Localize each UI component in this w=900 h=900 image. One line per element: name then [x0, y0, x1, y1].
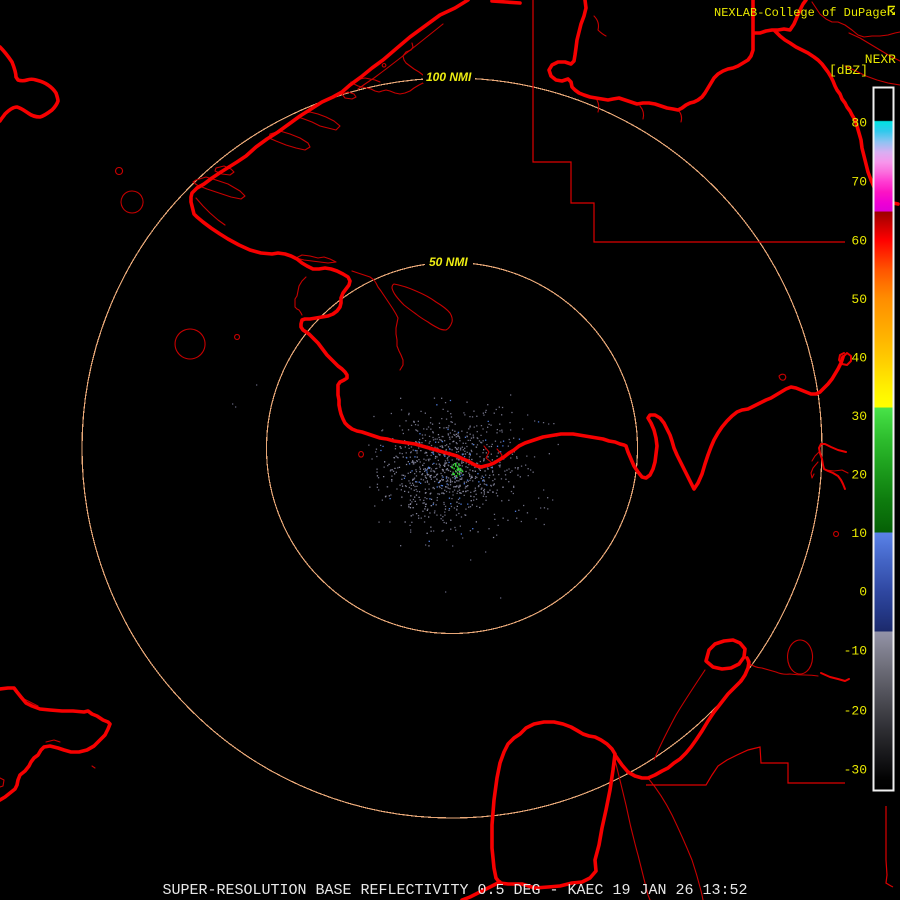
svg-text:20: 20 [851, 468, 867, 483]
svg-text:30: 30 [851, 409, 867, 424]
svg-text:50: 50 [851, 292, 867, 307]
svg-text:NEXR: NEXR [865, 52, 896, 67]
svg-text:100 NMI: 100 NMI [426, 70, 472, 84]
svg-text:80: 80 [851, 116, 867, 131]
svg-text:50 NMI: 50 NMI [429, 255, 468, 269]
svg-text:-20: -20 [844, 704, 867, 719]
svg-text:40: 40 [851, 351, 867, 366]
svg-text:60: 60 [851, 234, 867, 249]
svg-text:NEXLAB-College of DuPage: NEXLAB-College of DuPage [714, 6, 887, 20]
svg-text:70: 70 [851, 175, 867, 190]
svg-text:-10: -10 [844, 644, 867, 659]
svg-text:SUPER-RESOLUTION BASE REFLECTI: SUPER-RESOLUTION BASE REFLECTIVITY 0.5 D… [162, 882, 747, 899]
svg-text:[dBZ]: [dBZ] [829, 63, 868, 78]
svg-text:-30: -30 [844, 763, 867, 778]
svg-text:0: 0 [859, 585, 867, 600]
svg-text:10: 10 [851, 526, 867, 541]
